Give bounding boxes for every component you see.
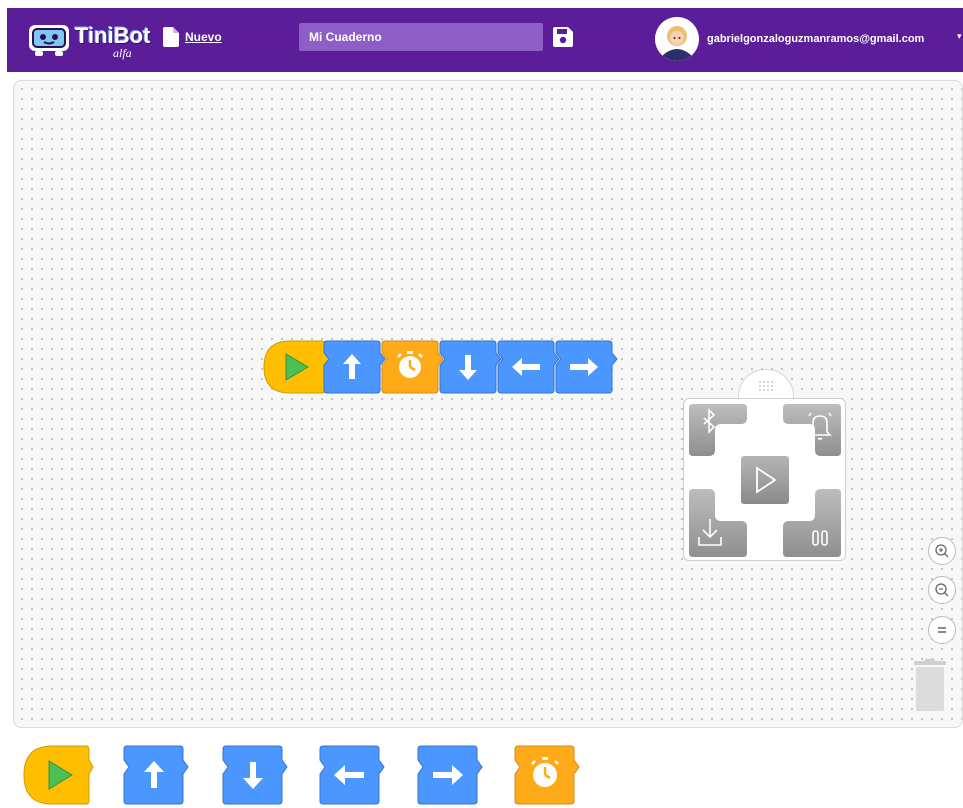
- remote-pause-button[interactable]: [773, 489, 841, 557]
- script-block-move-up[interactable]: [322, 339, 386, 397]
- script-block-move-down[interactable]: [438, 339, 502, 397]
- block-toolbox: [0, 738, 963, 806]
- zoom-out-button[interactable]: [928, 576, 956, 604]
- toolbox-block-move-right[interactable]: [416, 744, 484, 808]
- tinibot-logo[interactable]: TiniBot alfa: [27, 19, 157, 60]
- script-block-wait[interactable]: [380, 339, 444, 397]
- script-block-start[interactable]: [262, 339, 328, 395]
- floppy-disk-icon: [553, 27, 573, 47]
- file-icon: [163, 27, 179, 47]
- toolbox-block-move-left[interactable]: [318, 744, 386, 808]
- robot-logo-icon: [29, 25, 69, 56]
- robot-remote-panel: [683, 398, 846, 561]
- blocks-workspace[interactable]: [13, 80, 963, 728]
- toolbox-block-move-down[interactable]: [221, 744, 289, 808]
- zoom-in-icon: [935, 544, 949, 558]
- script-block-move-right[interactable]: [554, 339, 620, 397]
- toolbox-block-move-up[interactable]: [122, 744, 190, 808]
- save-button[interactable]: [551, 25, 575, 49]
- top-bar: TiniBot alfa Nuevo gabrielgonzaloguzmanr…: [7, 8, 963, 72]
- user-email[interactable]: gabrielgonzaloguzmanramos@gmail.com: [707, 33, 924, 45]
- toolbox-block-start[interactable]: [22, 744, 94, 808]
- new-notebook-button[interactable]: Nuevo: [163, 27, 222, 47]
- zoom-reset-button[interactable]: [928, 616, 956, 644]
- notebook-name-input[interactable]: [299, 23, 543, 51]
- zoom-reset-icon: [938, 627, 946, 633]
- script-block-move-left[interactable]: [496, 339, 560, 397]
- user-avatar[interactable]: [655, 17, 699, 61]
- remote-download-button[interactable]: [689, 489, 757, 557]
- trash-can-icon[interactable]: [910, 659, 950, 713]
- logo-subtext: alfa: [113, 46, 132, 60]
- zoom-in-button[interactable]: [928, 537, 956, 565]
- new-notebook-label: Nuevo: [185, 30, 222, 44]
- zoom-out-icon: [935, 583, 949, 597]
- avatar-icon: [655, 17, 699, 61]
- toolbox-block-wait[interactable]: [513, 744, 581, 808]
- chevron-down-icon[interactable]: ▾: [957, 31, 962, 42]
